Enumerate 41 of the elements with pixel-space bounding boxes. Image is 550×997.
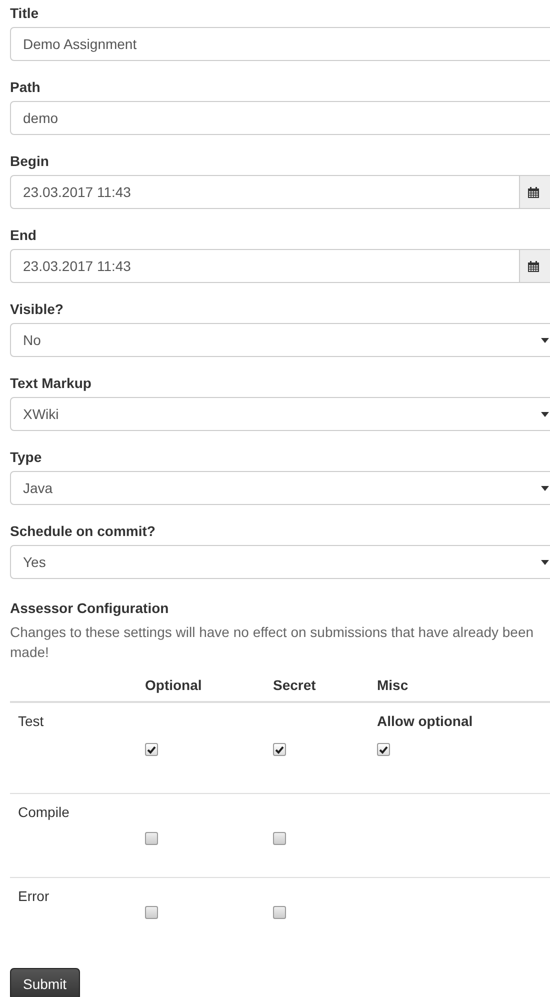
calendar-icon <box>528 260 539 272</box>
field-label: Path <box>10 79 40 95</box>
help-text: Changes to these settings will have no effect on submissions that have already been made! <box>10 623 535 662</box>
caret-icon <box>541 560 549 564</box>
caret-icon <box>541 486 549 490</box>
caret-icon <box>541 338 549 342</box>
select-field[interactable]: XWiki <box>10 397 550 431</box>
select-field[interactable]: Java <box>10 471 550 505</box>
text-field[interactable]: Demo Assignment <box>10 27 550 61</box>
column-header: Secret <box>265 668 369 702</box>
option-label: Allow optional <box>377 712 473 729</box>
checkbox[interactable] <box>273 743 286 756</box>
checkbox[interactable] <box>145 743 158 756</box>
field-label: Begin <box>10 153 49 169</box>
submit-button[interactable]: Submit <box>10 968 80 997</box>
calendar-icon <box>528 186 539 198</box>
field-label: Text Markup <box>10 375 92 391</box>
text-field[interactable]: demo <box>10 101 550 135</box>
checkbox[interactable] <box>377 743 390 756</box>
date-field[interactable]: 23.03.2017 11:43 <box>10 249 520 283</box>
date-field[interactable]: 23.03.2017 11:43 <box>10 175 520 209</box>
field-label: Title <box>10 5 39 21</box>
caret-icon <box>541 412 549 416</box>
checkbox[interactable] <box>273 832 286 846</box>
checkbox[interactable] <box>145 832 158 846</box>
field-label: Schedule on commit? <box>10 523 156 539</box>
checkbox[interactable] <box>273 906 286 920</box>
row-label: Error <box>18 888 50 904</box>
select-field[interactable]: Yes <box>10 545 550 579</box>
section-heading: Assessor Configuration <box>10 600 169 616</box>
column-header: Misc <box>369 668 550 702</box>
calendar-button[interactable] <box>520 249 550 283</box>
field-label: Type <box>10 449 42 465</box>
calendar-button[interactable] <box>520 175 550 209</box>
column-header: Optional <box>137 668 265 702</box>
field-label: End <box>10 227 36 243</box>
field-label: Visible? <box>10 301 64 317</box>
row-label: Compile <box>18 804 70 820</box>
checkbox[interactable] <box>145 906 158 920</box>
select-field[interactable]: No <box>10 323 550 357</box>
row-label: Test <box>18 712 44 729</box>
